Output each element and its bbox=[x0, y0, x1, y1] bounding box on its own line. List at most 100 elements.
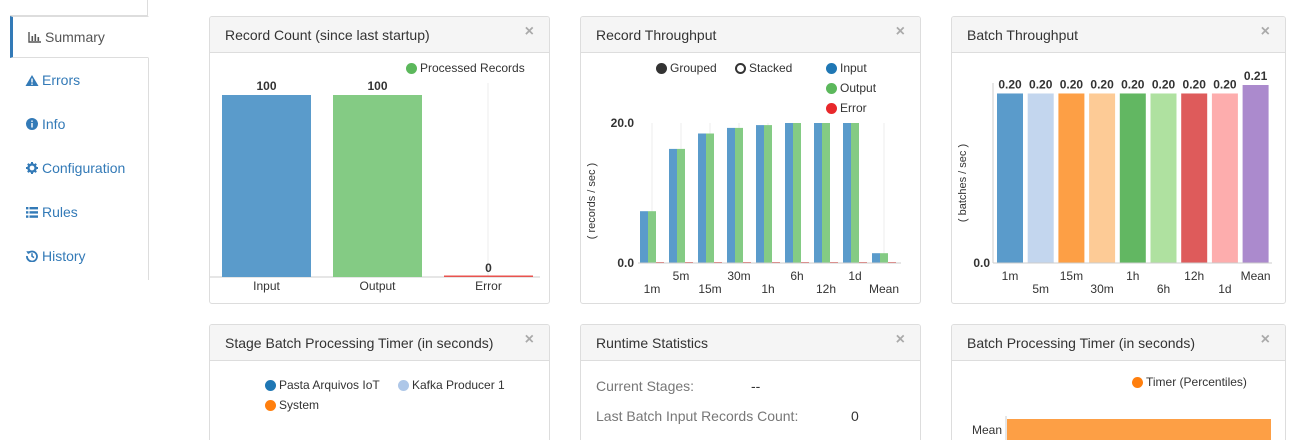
close-icon[interactable]: × bbox=[1261, 23, 1270, 40]
bar-5m bbox=[1027, 93, 1054, 263]
stage-timer-panel: Stage Batch Processing Timer (in seconds… bbox=[209, 324, 550, 440]
tick-label: Output bbox=[359, 279, 396, 293]
legend-label: System bbox=[279, 398, 320, 412]
data-label: 0.20 bbox=[1060, 77, 1084, 91]
tick-label: 1h bbox=[761, 282, 774, 296]
stat-current-stages: Current Stages: -- bbox=[596, 378, 760, 394]
tick-label: 1h bbox=[1126, 269, 1139, 283]
tick-label: 30m bbox=[1090, 282, 1113, 296]
bar-output bbox=[333, 95, 422, 277]
tick-label: Error bbox=[475, 279, 502, 293]
legend-dot bbox=[1132, 376, 1143, 388]
batch-throughput-chart: 0.20 1m 0.20 5m 0.20 15m 0.20 30m 0.20 1h 0.20 6h 0.… bbox=[957, 69, 1272, 296]
legend-item-output[interactable]: Output bbox=[826, 81, 876, 95]
stat-label: Current Stages: bbox=[596, 378, 695, 394]
sidebar-item-label: Rules bbox=[42, 204, 78, 220]
bar-mean bbox=[1242, 85, 1269, 263]
legend-dot bbox=[826, 82, 837, 94]
data-label: 0 bbox=[485, 261, 492, 275]
sidebar-item-summary[interactable]: Summary bbox=[10, 16, 149, 58]
sidebar-item-label: Info bbox=[42, 116, 66, 132]
bar-output bbox=[735, 127, 743, 264]
data-label: 0.20 bbox=[1090, 77, 1114, 91]
tick-label: Mean bbox=[869, 282, 899, 296]
panel-title: Stage Batch Processing Timer (in seconds… bbox=[225, 334, 494, 351]
sidebar-item-label: History bbox=[42, 248, 86, 264]
bar-output bbox=[706, 133, 714, 263]
legend-label: Output bbox=[840, 81, 877, 95]
tick-label: 30m bbox=[727, 269, 750, 283]
legend-label: Processed Records bbox=[420, 61, 525, 75]
legend-item-processed-records[interactable]: Processed Records bbox=[406, 61, 525, 75]
bar-30m bbox=[1089, 93, 1116, 263]
bar-chart-icon bbox=[28, 31, 42, 43]
list-icon bbox=[25, 206, 39, 218]
panel-title: Batch Throughput bbox=[967, 26, 1079, 43]
tick-label: Mean bbox=[972, 423, 1002, 437]
sidebar-item-configuration[interactable]: Configuration bbox=[10, 146, 148, 190]
bar-12h bbox=[1181, 93, 1208, 263]
bar-output bbox=[851, 123, 859, 263]
close-icon[interactable]: × bbox=[896, 23, 905, 40]
bar-output bbox=[793, 123, 801, 263]
tick-label: 6h bbox=[790, 269, 803, 283]
close-icon[interactable]: × bbox=[525, 331, 534, 348]
bar-mean bbox=[1007, 419, 1271, 440]
tick-label: 12h bbox=[816, 282, 836, 296]
panel-title: Record Throughput bbox=[596, 26, 717, 43]
tick-label: Mean bbox=[1241, 269, 1271, 283]
legend-item-kafka-producer[interactable]: Kafka Producer 1 bbox=[398, 378, 505, 392]
grouped-radio[interactable]: Grouped bbox=[656, 61, 717, 75]
sidebar-item-label: Configuration bbox=[42, 160, 126, 176]
legend-item-error[interactable]: Error bbox=[826, 101, 867, 115]
bar-input bbox=[843, 123, 851, 263]
sidebar-item-info[interactable]: Info bbox=[10, 102, 148, 146]
data-label: 0.21 bbox=[1244, 69, 1268, 83]
batch-timer-panel: Batch Processing Timer (in seconds) × Ti… bbox=[951, 324, 1286, 440]
legend-item-system[interactable]: System bbox=[265, 398, 319, 412]
legend-item-input[interactable]: Input bbox=[826, 61, 867, 75]
tick-label: 5m bbox=[1032, 282, 1049, 296]
sidebar-item-rules[interactable]: Rules bbox=[10, 190, 148, 234]
bar-output bbox=[677, 148, 685, 263]
tick-label: 1m bbox=[644, 282, 661, 296]
legend-label: Input bbox=[840, 61, 867, 75]
legend-dot bbox=[826, 62, 837, 74]
sidebar-item-label: Errors bbox=[42, 72, 81, 88]
close-icon[interactable]: × bbox=[525, 23, 534, 40]
legend-label: Kafka Producer 1 bbox=[412, 378, 505, 392]
bar-input bbox=[640, 211, 648, 263]
y-axis-label: ( batches / sec ) bbox=[957, 144, 969, 222]
tick-label: 15m bbox=[1060, 269, 1083, 283]
bar-input bbox=[872, 253, 880, 263]
tick-label: Input bbox=[253, 279, 280, 293]
stat-value: -- bbox=[751, 378, 761, 394]
panel-title: Runtime Statistics bbox=[596, 334, 709, 351]
stat-last-batch-input: Last Batch Input Records Count: 0 bbox=[596, 408, 859, 424]
legend-label: Pasta Arquivos IoT bbox=[279, 378, 380, 392]
stacked-label: Stacked bbox=[749, 61, 793, 75]
history-icon bbox=[25, 250, 39, 262]
tick-label: 5m bbox=[673, 269, 690, 283]
legend-dot bbox=[398, 379, 409, 391]
close-icon[interactable]: × bbox=[1261, 331, 1270, 348]
close-icon[interactable]: × bbox=[896, 331, 905, 348]
legend-item-pasta-arquivos[interactable]: Pasta Arquivos IoT bbox=[265, 378, 380, 392]
radio-selected-icon bbox=[656, 62, 667, 74]
bar-error bbox=[444, 275, 533, 277]
gear-icon bbox=[25, 162, 39, 174]
sidebar-item-history[interactable]: History bbox=[10, 234, 148, 278]
legend-item-timer[interactable]: Timer (Percentiles) bbox=[1132, 375, 1247, 389]
bar-input bbox=[222, 95, 311, 277]
bar-output bbox=[648, 211, 656, 263]
tick-label: 1d bbox=[1218, 282, 1231, 296]
data-label: 100 bbox=[256, 79, 276, 93]
bar-input bbox=[756, 125, 764, 263]
bar-1m bbox=[997, 93, 1023, 263]
data-label: 0.20 bbox=[1152, 77, 1176, 91]
tick-label: 15m bbox=[698, 282, 721, 296]
y-tick-label: 0.0 bbox=[973, 256, 990, 270]
sidebar-nav: Summary Errors Info Configuration Rules … bbox=[10, 16, 149, 280]
sidebar-item-errors[interactable]: Errors bbox=[10, 58, 148, 102]
stacked-radio[interactable]: Stacked bbox=[735, 61, 792, 75]
